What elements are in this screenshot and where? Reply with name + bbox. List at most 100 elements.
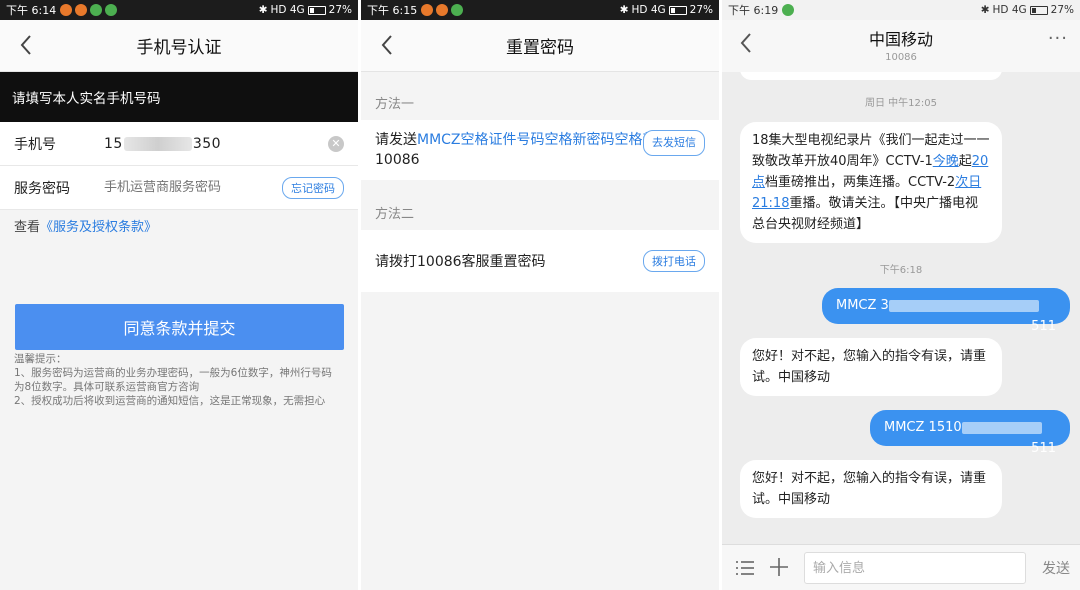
status-right: ✱ HD 4G 27% (259, 4, 352, 16)
contact-name: 中国移动 (868, 30, 933, 49)
status-bar: 下午 6:19 ✱ HD 4G 27% (722, 0, 1080, 20)
battery-percent: 27% (1050, 4, 1074, 16)
call-button[interactable]: 拨打电话 (643, 250, 705, 272)
status-time: 下午 6:14 (6, 4, 57, 17)
reset-password-screen: 下午 6:15 ✱ HD 4G 27% 重置密码 方法一 请发送MMCZ空格证件… (361, 0, 719, 590)
tips-heading: 温馨提示： (14, 353, 67, 365)
network-label: HD 4G (631, 4, 666, 16)
message-text: MMCZ 3 (836, 298, 889, 313)
method1-card: 请发送MMCZ空格证件号码空格新密码空格新密码到10086 去发短信 (361, 120, 719, 180)
agree-submit-button[interactable]: 同意条款并提交 (15, 304, 344, 350)
sms-conversation-screen: 下午 6:19 ✱ HD 4G 27% 中国移动 10086 ··· 周日 中午… (722, 0, 1080, 590)
back-arrow-icon[interactable] (732, 28, 762, 58)
message-bubble-partial (740, 72, 1002, 80)
method1-title: 方法一 (375, 96, 415, 112)
message-bubble-incoming: 您好！对不起，您输入的指令有误，请重试。中国移动 (740, 338, 1002, 396)
status-right: ✱ HD 4G 27% (981, 4, 1074, 16)
nav-bar: 中国移动 10086 ··· (722, 20, 1080, 72)
message-text: 您好！对不起，您输入的指令有误，请重试。中国移动 (752, 471, 987, 507)
password-row: 服务密码 忘记密码 (0, 166, 358, 210)
network-label: HD 4G (270, 4, 305, 16)
notification-icons (782, 4, 795, 16)
redacted-text (888, 299, 1039, 312)
message-composer: 发送 (722, 544, 1080, 590)
page-title: 重置密码 (506, 38, 574, 58)
phone-label: 手机号 (14, 136, 56, 153)
battery-icon (307, 5, 326, 15)
app-notification-icon (75, 4, 88, 16)
method2-title: 方法二 (375, 206, 415, 222)
plus-icon[interactable] (768, 556, 790, 578)
notification-icons (60, 4, 118, 16)
message-text: 起 (958, 154, 972, 169)
message-text: 511 (1031, 441, 1056, 456)
message-text: 档重磅推出，两集连播。CCTV-2 (765, 175, 956, 190)
battery-icon (1029, 5, 1048, 15)
timestamp: 周日 中午12:05 (865, 98, 937, 109)
battery-icon (668, 5, 687, 15)
message-text: 您好！对不起，您输入的指令有误，请重试。中国移动 (752, 349, 987, 385)
tips-section: 温馨提示： 1、服务密码为运营商的业务办理密码，一般为6位数字，神州行号码为8位… (14, 352, 342, 408)
redacted-digits (123, 136, 192, 151)
bluetooth-icon: ✱ (980, 4, 990, 16)
phone-verification-screen: 下午 6:14 ✱ HD 4G 27% 手机号认证 请填写本人实名手机号码 手机… (0, 0, 358, 590)
back-arrow-icon[interactable] (373, 30, 403, 60)
wechat-icon (451, 4, 464, 16)
contact-number: 10086 (885, 52, 917, 63)
phone-suffix: 350 (192, 135, 222, 152)
message-bubble-outgoing: MMCZ 3 511 (822, 288, 1070, 334)
wechat-icon (90, 4, 103, 16)
verification-form: 手机号 15 350 ✕ 服务密码 忘记密码 (0, 122, 358, 210)
method2-card: 请拨打10086客服重置密码 拨打电话 (361, 230, 719, 292)
network-label: HD 4G (992, 4, 1027, 16)
message-text: MMCZ 1510 (884, 420, 962, 435)
bluetooth-icon: ✱ (258, 4, 268, 16)
battery-percent: 27% (328, 4, 352, 16)
status-time: 下午 6:15 (367, 4, 418, 17)
terms-line: 查看《服务及授权条款》 (14, 216, 157, 235)
wechat-icon (782, 4, 795, 16)
message-bubble-outgoing: MMCZ 1510 511 (870, 410, 1070, 456)
phone-prefix: 15 (104, 135, 123, 152)
message-input[interactable] (804, 552, 1026, 584)
password-label: 服务密码 (14, 180, 70, 197)
forgot-password-button[interactable]: 忘记密码 (282, 176, 344, 199)
send-button[interactable]: 发送 (1042, 558, 1070, 578)
nav-bar: 重置密码 (361, 20, 719, 72)
more-options-icon[interactable]: ··· (1048, 28, 1068, 49)
tips-line: 1、服务密码为运营商的业务办理密码，一般为6位数字，神州行号码为8位数字。具体可… (14, 367, 332, 393)
message-list: 周日 中午12:05 18集大型电视纪录片《我们一起走过一一致敬改革开放40周年… (722, 72, 1080, 544)
instruction-banner: 请填写本人实名手机号码 (0, 72, 358, 122)
method1-prefix: 请发送 (375, 132, 417, 148)
status-bar: 下午 6:15 ✱ HD 4G 27% (361, 0, 719, 20)
timestamp: 下午6:18 (879, 265, 923, 276)
battery-percent: 27% (689, 4, 713, 16)
status-right: ✱ HD 4G 27% (620, 4, 713, 16)
tips-line: 2、授权成功后将收到运营商的通知短信，这是正常现象，无需担心 (14, 395, 326, 407)
service-password-input[interactable] (104, 180, 264, 195)
menu-icon[interactable] (734, 557, 756, 579)
status-time: 下午 6:19 (728, 4, 779, 17)
method2-text: 请拨打10086客服重置密码 (375, 254, 546, 270)
redacted-text (961, 421, 1042, 434)
notification-icons (421, 4, 464, 16)
app-notification-icon (60, 4, 73, 16)
page-title: 手机号认证 (136, 38, 222, 58)
phone-input[interactable]: 15 350 (104, 136, 221, 152)
message-bubble-incoming: 您好！对不起，您输入的指令有误，请重试。中国移动 (740, 460, 1002, 518)
app-notification-icon (421, 4, 434, 16)
status-bar: 下午 6:14 ✱ HD 4G 27% (0, 0, 358, 20)
app-notification-icon (436, 4, 449, 16)
nav-bar: 手机号认证 (0, 20, 358, 72)
message-link[interactable]: 今晚 (933, 154, 959, 169)
back-arrow-icon[interactable] (12, 30, 42, 60)
send-sms-button[interactable]: 去发短信 (643, 130, 705, 156)
phone-row: 手机号 15 350 ✕ (0, 122, 358, 166)
message-text: 511 (1031, 319, 1056, 334)
wechat-icon (105, 4, 118, 16)
bluetooth-icon: ✱ (619, 4, 629, 16)
message-bubble-incoming: 18集大型电视纪录片《我们一起走过一一致敬改革开放40周年》CCTV-1今晚起2… (740, 122, 1002, 243)
terms-prefix: 查看 (14, 220, 41, 235)
terms-link[interactable]: 《服务及授权条款》 (40, 220, 157, 235)
clear-icon[interactable]: ✕ (328, 136, 344, 152)
